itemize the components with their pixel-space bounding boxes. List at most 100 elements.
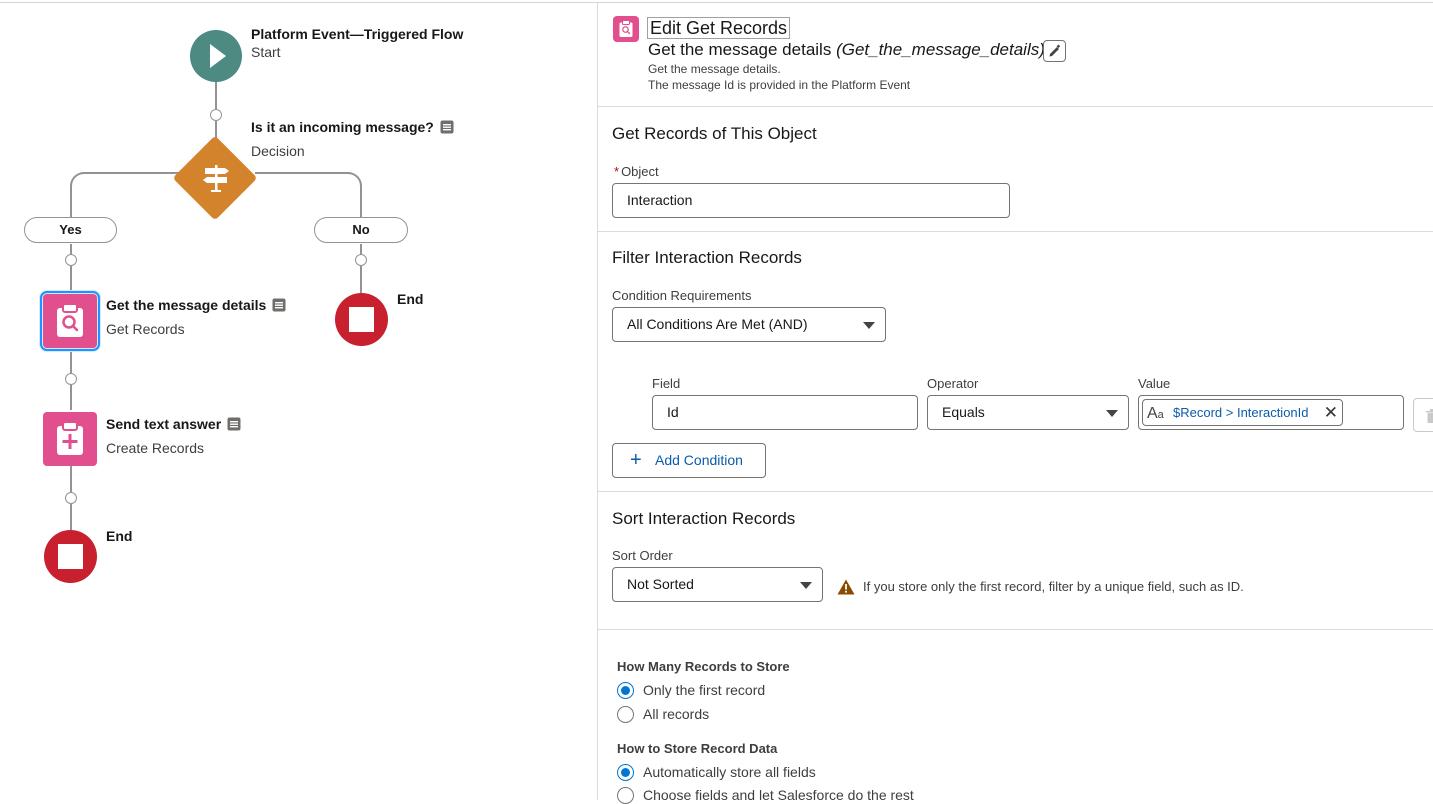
note-icon[interactable]: [227, 417, 241, 431]
stop-icon: [58, 544, 83, 569]
connector: [360, 266, 362, 293]
property-editor-panel: Edit Get Records Get the message details…: [597, 3, 1433, 800]
decision-title-row: Is it an incoming message?: [251, 119, 454, 135]
section-divider: [598, 106, 1433, 107]
radio-store-all-fields-label[interactable]: Automatically store all fields: [643, 764, 816, 780]
radio-only-first-record[interactable]: [617, 682, 634, 699]
branch-label-no[interactable]: No: [314, 217, 408, 243]
end-title-no-branch: End: [397, 291, 423, 307]
branch-curve-right: [338, 172, 362, 196]
branch-line-right: [255, 172, 350, 174]
end-node-main[interactable]: [44, 530, 97, 583]
value-resource-text: $Record > InteractionId: [1173, 405, 1309, 420]
get-records-title: Get the message details: [106, 297, 266, 313]
object-label: *Object: [614, 164, 659, 179]
sort-warning-text: If you store only the first record, filt…: [863, 579, 1244, 594]
connector: [70, 266, 72, 290]
connector: [70, 504, 72, 530]
edit-properties-button[interactable]: [1043, 40, 1066, 62]
start-node[interactable]: [190, 30, 242, 82]
radio-choose-fields[interactable]: [617, 787, 634, 804]
get-records-title-row: Get the message details: [106, 297, 286, 313]
panel-title: Edit Get Records: [647, 17, 790, 39]
create-records-subtitle: Create Records: [106, 440, 204, 456]
operator-column-header: Operator: [927, 376, 978, 391]
get-records-subtitle: Get Records: [106, 321, 185, 337]
connector-dot[interactable]: [210, 109, 222, 121]
connector: [360, 194, 362, 219]
object-input[interactable]: Interaction: [612, 183, 1010, 218]
radio-all-records[interactable]: [617, 706, 634, 723]
clipboard-add-icon: [54, 421, 86, 457]
sort-order-select[interactable]: Not Sorted: [612, 567, 823, 602]
pencil-icon: [1048, 44, 1061, 58]
radio-all-records-label[interactable]: All records: [643, 706, 709, 722]
connector: [70, 194, 72, 219]
connector: [215, 79, 217, 109]
condition-requirements-value: All Conditions Are Met (AND): [627, 316, 808, 332]
object-section-title: Get Records of This Object: [612, 124, 817, 144]
connector: [70, 465, 72, 493]
required-marker: *: [614, 164, 619, 179]
condition-operator-value: Equals: [942, 404, 985, 420]
create-records-title-row: Send text answer: [106, 416, 241, 432]
connector-dot[interactable]: [355, 254, 367, 266]
caret-down-icon: [863, 322, 875, 329]
add-condition-button[interactable]: + Add Condition: [612, 443, 766, 478]
radio-store-all-fields[interactable]: [617, 764, 634, 781]
warning-icon: [837, 579, 855, 595]
element-label: Get the message details: [648, 40, 831, 59]
close-icon[interactable]: ✕: [1324, 400, 1338, 425]
filter-section-title: Filter Interaction Records: [612, 248, 802, 268]
condition-value-input[interactable]: Aa $Record > InteractionId ✕: [1138, 395, 1404, 430]
condition-field-input[interactable]: Id: [652, 395, 918, 430]
get-records-node[interactable]: [43, 294, 97, 348]
plus-icon: +: [630, 444, 642, 477]
how-to-store-label: How to Store Record Data: [617, 741, 777, 756]
start-title: Platform Event—Triggered Flow: [251, 26, 463, 42]
element-name: Get the message details (Get_the_message…: [648, 40, 1045, 60]
section-divider: [598, 629, 1433, 630]
element-api-name: (Get_the_message_details): [836, 40, 1045, 59]
stop-icon: [349, 307, 374, 332]
create-records-node[interactable]: [43, 412, 97, 466]
signpost-icon: [196, 157, 236, 197]
condition-requirements-label: Condition Requirements: [612, 288, 751, 303]
caret-down-icon: [800, 582, 812, 589]
section-divider: [598, 491, 1433, 492]
caret-down-icon: [1106, 410, 1118, 417]
sort-order-label: Sort Order: [612, 548, 673, 563]
radio-only-first-record-label[interactable]: Only the first record: [643, 682, 765, 698]
condition-operator-select[interactable]: Equals: [927, 395, 1129, 430]
element-description-line1: Get the message details.: [648, 62, 781, 76]
note-icon[interactable]: [440, 120, 454, 134]
clipboard-search-icon: [54, 303, 86, 339]
section-divider: [598, 231, 1433, 232]
trash-icon: [1426, 409, 1433, 423]
add-condition-label: Add Condition: [655, 452, 743, 468]
branch-label-yes[interactable]: Yes: [24, 217, 117, 243]
how-many-records-label: How Many Records to Store: [617, 659, 790, 674]
play-icon: [190, 30, 242, 82]
end-node-no-branch[interactable]: [335, 293, 388, 346]
sort-section-title: Sort Interaction Records: [612, 509, 795, 529]
end-title-main: End: [106, 528, 132, 544]
connector: [70, 352, 72, 374]
branch-curve-left: [70, 172, 94, 196]
flow-canvas[interactable]: Platform Event—Triggered Flow Start Is i…: [0, 3, 597, 800]
radio-choose-fields-label[interactable]: Choose fields and let Salesforce do the …: [643, 787, 914, 803]
value-column-header: Value: [1138, 376, 1170, 391]
connector-dot[interactable]: [65, 492, 77, 504]
condition-requirements-select[interactable]: All Conditions Are Met (AND): [612, 307, 886, 342]
get-records-header-icon: [613, 16, 639, 42]
connector-dot[interactable]: [65, 254, 77, 266]
connector-dot[interactable]: [65, 373, 77, 385]
decision-title: Is it an incoming message?: [251, 119, 434, 135]
text-type-icon: Aa: [1147, 401, 1164, 428]
decision-subtitle: Decision: [251, 143, 305, 159]
object-label-text: Object: [621, 164, 659, 179]
note-icon[interactable]: [272, 298, 286, 312]
value-resource-pill[interactable]: Aa $Record > InteractionId ✕: [1142, 399, 1343, 426]
delete-condition-button[interactable]: [1413, 398, 1433, 432]
start-subtitle: Start: [251, 44, 281, 60]
